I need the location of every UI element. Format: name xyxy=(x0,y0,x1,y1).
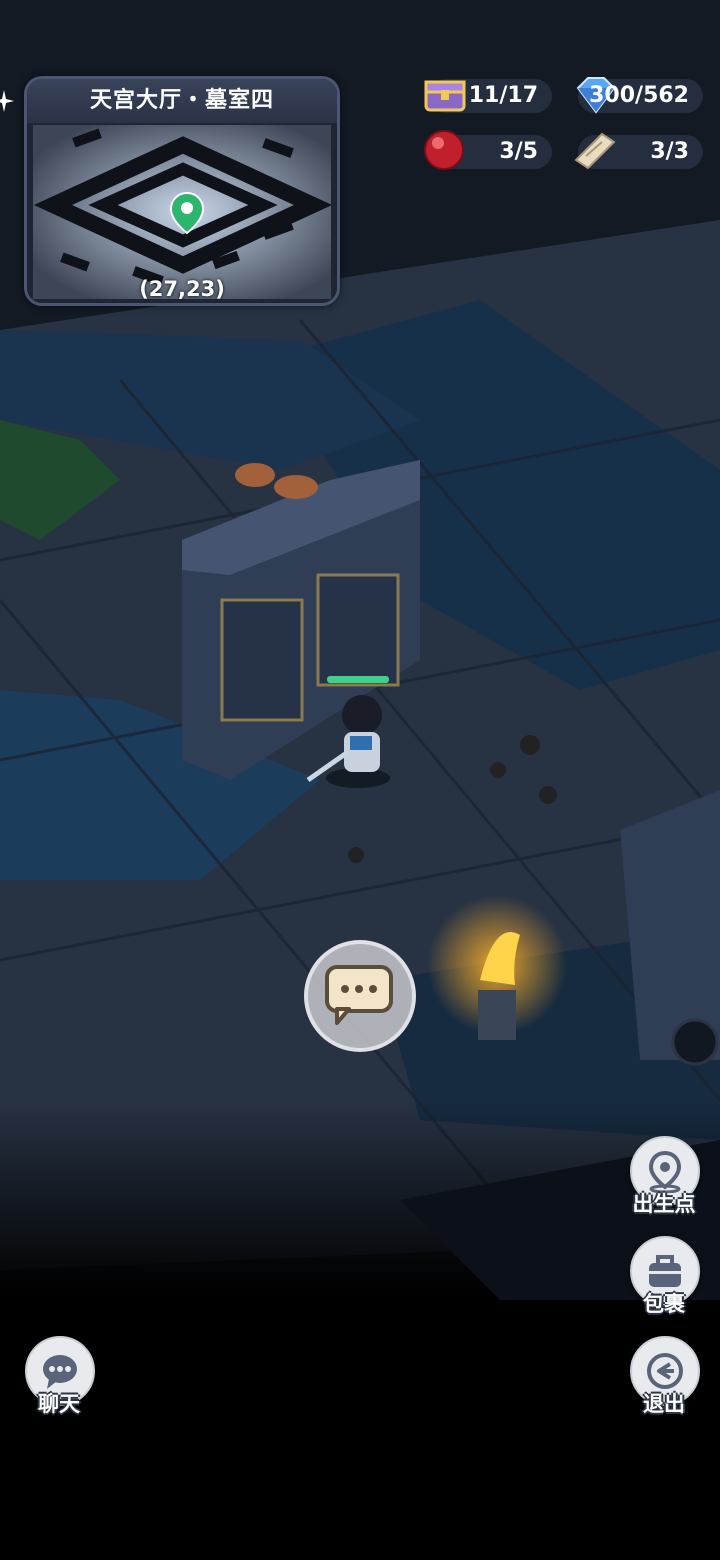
orb-counter: 3/5 xyxy=(424,130,552,170)
minimap-title: 天宫大厅・墓室四 xyxy=(27,79,337,123)
spawn-point-label: 出生点 xyxy=(632,1192,696,1216)
chest-count: 11/17 xyxy=(468,83,538,108)
player-health-bar xyxy=(327,676,389,683)
location-pin-icon xyxy=(648,1150,682,1193)
exit-button[interactable]: 退出 xyxy=(630,1336,700,1418)
speech-bubble-icon xyxy=(325,965,393,1025)
minimap[interactable]: 天宫大厅・墓室四 (27,23) xyxy=(24,76,340,306)
exit-label: 退出 xyxy=(643,1392,685,1416)
player-health-fill xyxy=(327,676,389,683)
chest-counter: 11/17 xyxy=(424,79,552,113)
scroll-icon xyxy=(574,132,616,170)
npc-dialogue-button[interactable] xyxy=(304,940,416,1052)
bag-button[interactable]: 包裹 xyxy=(630,1236,700,1318)
orb-count: 3/5 xyxy=(499,139,538,164)
spawn-point-button[interactable]: 出生点 xyxy=(630,1136,700,1218)
exit-icon xyxy=(647,1353,683,1389)
gem-count: 300/562 xyxy=(589,83,689,108)
sparkle-icon xyxy=(0,90,14,112)
player-coordinates: (27,23) xyxy=(139,277,225,301)
bag-label: 包裹 xyxy=(643,1292,685,1316)
bag-icon xyxy=(649,1255,681,1287)
scroll-counter: 3/3 xyxy=(574,132,703,170)
chat-label: 聊天 xyxy=(38,1392,80,1416)
gem-counter: 300/562 xyxy=(576,77,703,114)
chat-button[interactable]: 聊天 xyxy=(25,1336,95,1418)
treasure-chest-icon xyxy=(424,80,466,112)
chat-icon xyxy=(43,1355,77,1389)
map-pin-icon xyxy=(169,191,205,235)
red-orb-icon xyxy=(424,130,464,170)
scroll-count: 3/3 xyxy=(650,139,689,164)
